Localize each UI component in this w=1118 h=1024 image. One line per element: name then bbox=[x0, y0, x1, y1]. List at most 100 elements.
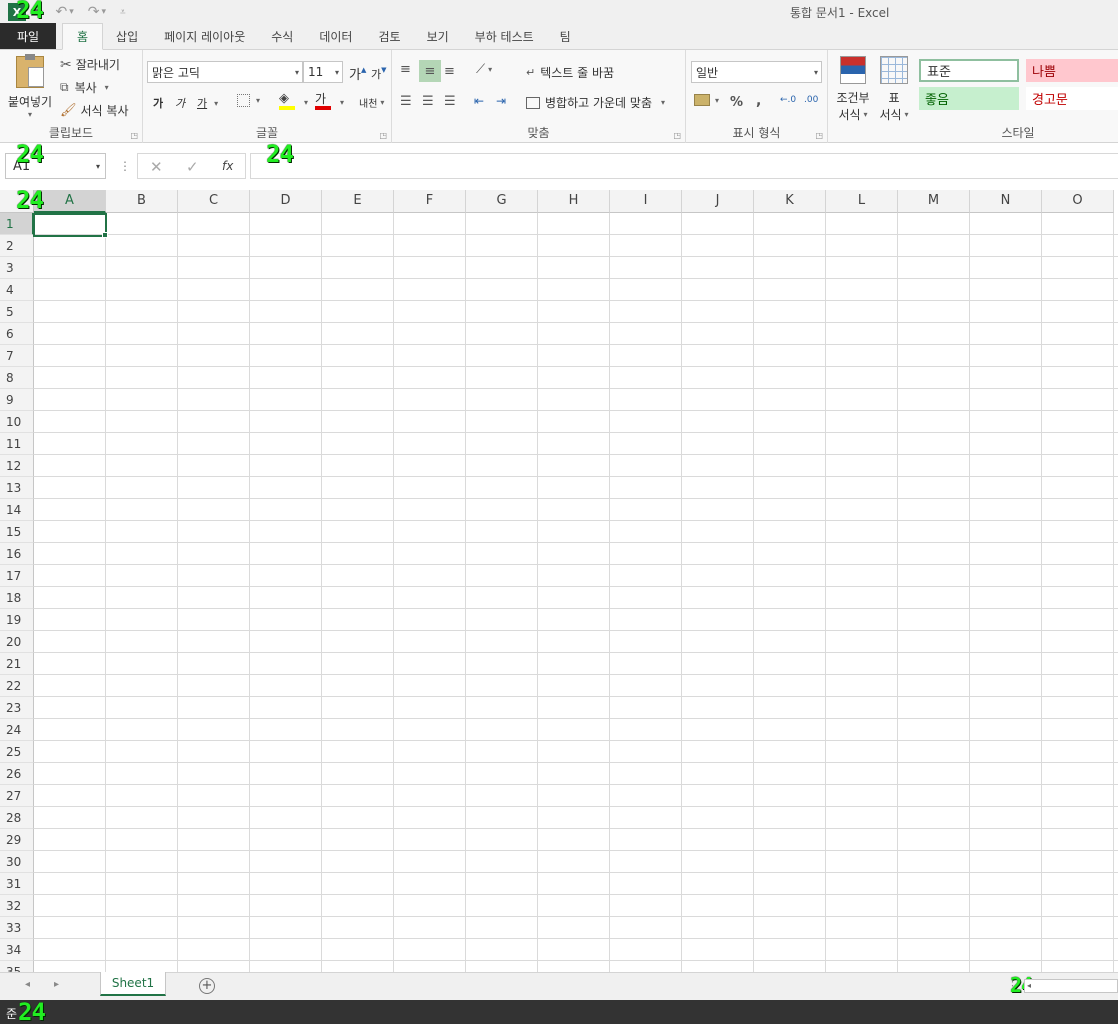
conditional-formatting-button[interactable]: 조건부 서식 ▾ bbox=[834, 56, 872, 123]
undo-icon[interactable]: ↶ bbox=[56, 4, 68, 20]
redo-icon[interactable]: ↷ bbox=[88, 4, 100, 20]
cell-area[interactable] bbox=[34, 213, 1118, 972]
column-header[interactable]: D bbox=[250, 190, 322, 213]
tab-team[interactable]: 팀 bbox=[547, 23, 584, 49]
row-header[interactable]: 7 bbox=[0, 345, 34, 367]
row-header[interactable]: 14 bbox=[0, 499, 34, 521]
row-header[interactable]: 24 bbox=[0, 719, 34, 741]
borders-button[interactable]: ▾ bbox=[237, 94, 260, 107]
fill-color-button[interactable]: ◈ bbox=[279, 92, 295, 110]
column-header[interactable]: J bbox=[682, 190, 754, 213]
row-header[interactable]: 6 bbox=[0, 323, 34, 345]
name-box-dropdown-icon[interactable]: ▾ bbox=[96, 162, 100, 171]
tab-formulas[interactable]: 수식 bbox=[258, 23, 306, 49]
column-header[interactable]: E bbox=[322, 190, 394, 213]
column-header[interactable]: H bbox=[538, 190, 610, 213]
column-header[interactable]: B bbox=[106, 190, 178, 213]
add-sheet-icon[interactable]: + bbox=[199, 978, 215, 994]
row-header[interactable]: 9 bbox=[0, 389, 34, 411]
row-header[interactable]: 18 bbox=[0, 587, 34, 609]
row-header[interactable]: 30 bbox=[0, 851, 34, 873]
row-header[interactable]: 21 bbox=[0, 653, 34, 675]
row-header[interactable]: 25 bbox=[0, 741, 34, 763]
percent-style-button[interactable]: % bbox=[730, 95, 743, 110]
column-header[interactable]: M bbox=[898, 190, 970, 213]
style-warning[interactable]: 경고문 bbox=[1026, 87, 1118, 110]
active-cell-a1[interactable] bbox=[33, 213, 107, 237]
row-header[interactable]: 26 bbox=[0, 763, 34, 785]
row-header[interactable]: 1 bbox=[0, 213, 34, 235]
tab-file[interactable]: 파일 bbox=[0, 23, 56, 49]
align-bottom-button[interactable]: ≡ bbox=[444, 64, 455, 79]
column-header[interactable]: C bbox=[178, 190, 250, 213]
horizontal-scrollbar[interactable]: ◂ bbox=[1024, 979, 1118, 993]
formula-bar-splitter-icon[interactable]: ⋮ bbox=[119, 159, 131, 173]
style-normal[interactable]: 표준 bbox=[919, 59, 1019, 82]
column-header[interactable]: N bbox=[970, 190, 1042, 213]
row-header[interactable]: 20 bbox=[0, 631, 34, 653]
paste-button[interactable]: 붙여넣기 ▾ bbox=[5, 54, 55, 120]
increase-indent-button[interactable]: ⇥ bbox=[496, 94, 506, 108]
row-header[interactable]: 29 bbox=[0, 829, 34, 851]
row-header[interactable]: 3 bbox=[0, 257, 34, 279]
number-format-combo[interactable]: 일반 ▾ bbox=[691, 61, 822, 83]
align-top-button[interactable]: ≡ bbox=[400, 62, 411, 77]
row-header[interactable]: 31 bbox=[0, 873, 34, 895]
enter-icon[interactable]: ✓ bbox=[186, 158, 199, 176]
tab-review[interactable]: 검토 bbox=[365, 23, 413, 49]
style-bad[interactable]: 나쁨 bbox=[1026, 59, 1118, 82]
phonetic-button[interactable]: 내천 ▾ bbox=[359, 95, 384, 110]
cut-button[interactable]: ✂ 잘라내기 bbox=[60, 56, 120, 73]
copy-button[interactable]: ⧉ 복사 ▾ bbox=[60, 79, 109, 96]
row-header[interactable]: 13 bbox=[0, 477, 34, 499]
row-header[interactable]: 28 bbox=[0, 807, 34, 829]
column-header[interactable]: I bbox=[610, 190, 682, 213]
column-header[interactable]: F bbox=[394, 190, 466, 213]
row-header[interactable]: 4 bbox=[0, 279, 34, 301]
alignment-launcher-icon[interactable]: ◳ bbox=[673, 131, 681, 140]
number-launcher-icon[interactable]: ◳ bbox=[815, 131, 823, 140]
fill-color-dropdown-icon[interactable]: ▾ bbox=[304, 98, 308, 107]
font-name-combo[interactable]: 맑은 고딕 ▾ bbox=[147, 61, 303, 83]
row-header[interactable]: 11 bbox=[0, 433, 34, 455]
grow-font-button[interactable]: 가 ▲ bbox=[349, 64, 366, 84]
formula-input[interactable] bbox=[250, 153, 1118, 179]
redo-dropdown-icon[interactable]: ▾ bbox=[102, 7, 107, 17]
column-header[interactable]: L bbox=[826, 190, 898, 213]
sheet-next-icon[interactable]: ▸ bbox=[54, 979, 59, 990]
font-launcher-icon[interactable]: ◳ bbox=[379, 131, 387, 140]
align-center-button[interactable]: ☰ bbox=[422, 94, 434, 109]
tab-view[interactable]: 보기 bbox=[414, 23, 462, 49]
row-header[interactable]: 5 bbox=[0, 301, 34, 323]
row-header[interactable]: 17 bbox=[0, 565, 34, 587]
font-color-dropdown-icon[interactable]: ▾ bbox=[340, 98, 344, 107]
row-header[interactable]: 19 bbox=[0, 609, 34, 631]
tab-insert[interactable]: 삽입 bbox=[103, 23, 151, 49]
row-header[interactable]: 10 bbox=[0, 411, 34, 433]
align-right-button[interactable]: ☰ bbox=[444, 94, 456, 109]
wrap-text-button[interactable]: ↵ 텍스트 줄 바꿈 bbox=[526, 64, 614, 81]
sheet-tab-sheet1[interactable]: Sheet1 bbox=[100, 972, 166, 996]
scroll-left-icon[interactable]: ◂ bbox=[1027, 981, 1031, 990]
column-header[interactable]: G bbox=[466, 190, 538, 213]
style-good[interactable]: 좋음 bbox=[919, 87, 1019, 110]
tab-home[interactable]: 홈 bbox=[62, 23, 104, 50]
row-header[interactable]: 16 bbox=[0, 543, 34, 565]
decrease-decimal-button[interactable]: .00 bbox=[804, 95, 818, 105]
align-middle-button[interactable]: ≡ bbox=[419, 60, 441, 82]
row-header[interactable]: 12 bbox=[0, 455, 34, 477]
format-painter-button[interactable]: 🖌 서식 복사 bbox=[60, 102, 129, 119]
row-header[interactable]: 33 bbox=[0, 917, 34, 939]
merge-center-button[interactable]: 병합하고 가운데 맞춤 ▾ bbox=[526, 94, 665, 111]
cancel-icon[interactable]: ✕ bbox=[150, 158, 163, 176]
row-header[interactable]: 15 bbox=[0, 521, 34, 543]
row-header[interactable]: 34 bbox=[0, 939, 34, 961]
decrease-indent-button[interactable]: ⇤ bbox=[474, 94, 484, 108]
increase-decimal-button[interactable]: ←.0 bbox=[780, 95, 796, 105]
font-size-combo[interactable]: 11 ▾ bbox=[303, 61, 343, 83]
column-header[interactable]: K bbox=[754, 190, 826, 213]
row-header[interactable]: 8 bbox=[0, 367, 34, 389]
tab-load-test[interactable]: 부하 테스트 bbox=[462, 23, 547, 49]
row-header[interactable]: 27 bbox=[0, 785, 34, 807]
copy-dropdown-icon[interactable]: ▾ bbox=[105, 83, 109, 92]
